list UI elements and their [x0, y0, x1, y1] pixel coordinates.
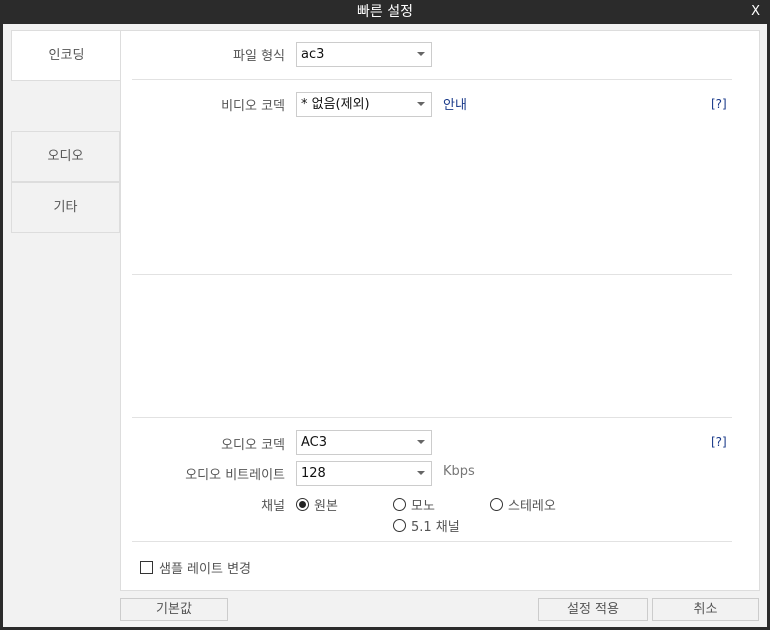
bitrate-unit: Kbps — [443, 464, 475, 479]
chevron-down-icon — [417, 52, 425, 56]
audio-help-link[interactable]: [?] — [711, 435, 727, 449]
close-button[interactable]: X — [751, 0, 760, 24]
radio-icon — [490, 498, 503, 511]
radio-stereo[interactable]: 스테레오 — [490, 495, 556, 514]
divider — [132, 79, 732, 80]
tab-encoding[interactable]: 인코딩 — [11, 30, 121, 81]
radio-label: 스테레오 — [508, 499, 556, 514]
radio-checked-icon — [296, 498, 309, 511]
channel-label: 채널 — [261, 499, 285, 514]
radio-5-1[interactable]: 5.1 채널 — [393, 516, 460, 535]
settings-panel: 파일 형식 ac3 비디오 코덱 * 없음(제외) 안내 [?] 오디오 코덱 … — [120, 30, 760, 591]
chevron-down-icon — [417, 102, 425, 106]
cancel-button[interactable]: 취소 — [652, 598, 759, 621]
audio-codec-select[interactable]: AC3 — [296, 430, 432, 455]
file-format-select[interactable]: ac3 — [296, 42, 432, 67]
radio-icon — [393, 519, 406, 532]
audio-bitrate-select[interactable]: 128 — [296, 461, 432, 486]
divider — [132, 274, 732, 275]
video-help-link[interactable]: [?] — [711, 97, 727, 111]
checkbox-icon — [140, 561, 153, 574]
audio-codec-label: 오디오 코덱 — [221, 438, 285, 453]
apply-button[interactable]: 설정 적용 — [538, 598, 648, 621]
tab-other[interactable]: 기타 — [11, 182, 120, 233]
chevron-down-icon — [417, 471, 425, 475]
radio-label: 원본 — [314, 499, 338, 514]
title-bar: 빠른 설정 X — [0, 0, 770, 24]
file-format-label: 파일 형식 — [233, 49, 285, 64]
audio-bitrate-label: 오디오 비트레이트 — [185, 468, 285, 483]
sample-rate-checkbox[interactable]: 샘플 레이트 변경 — [140, 558, 251, 577]
video-codec-select[interactable]: * 없음(제외) — [296, 92, 432, 117]
divider — [132, 417, 732, 418]
checkbox-label: 샘플 레이트 변경 — [159, 562, 251, 577]
audio-codec-value: AC3 — [301, 435, 328, 450]
default-button[interactable]: 기본값 — [120, 598, 228, 621]
divider — [132, 541, 732, 542]
window-title: 빠른 설정 — [357, 4, 413, 20]
radio-label: 5.1 채널 — [411, 520, 460, 535]
radio-icon — [393, 498, 406, 511]
radio-original[interactable]: 원본 — [296, 495, 338, 514]
radio-mono[interactable]: 모노 — [393, 495, 435, 514]
tab-audio[interactable]: 오디오 — [11, 131, 120, 182]
audio-bitrate-value: 128 — [301, 466, 326, 481]
guide-link[interactable]: 안내 — [443, 94, 467, 113]
video-codec-label: 비디오 코덱 — [221, 99, 285, 114]
dialog: 인코딩 오디오 기타 파일 형식 ac3 비디오 코덱 * 없음(제외) 안내 … — [3, 24, 767, 627]
video-codec-value: * 없음(제외) — [301, 97, 370, 112]
file-format-value: ac3 — [301, 47, 325, 62]
chevron-down-icon — [417, 440, 425, 444]
radio-label: 모노 — [411, 499, 435, 514]
